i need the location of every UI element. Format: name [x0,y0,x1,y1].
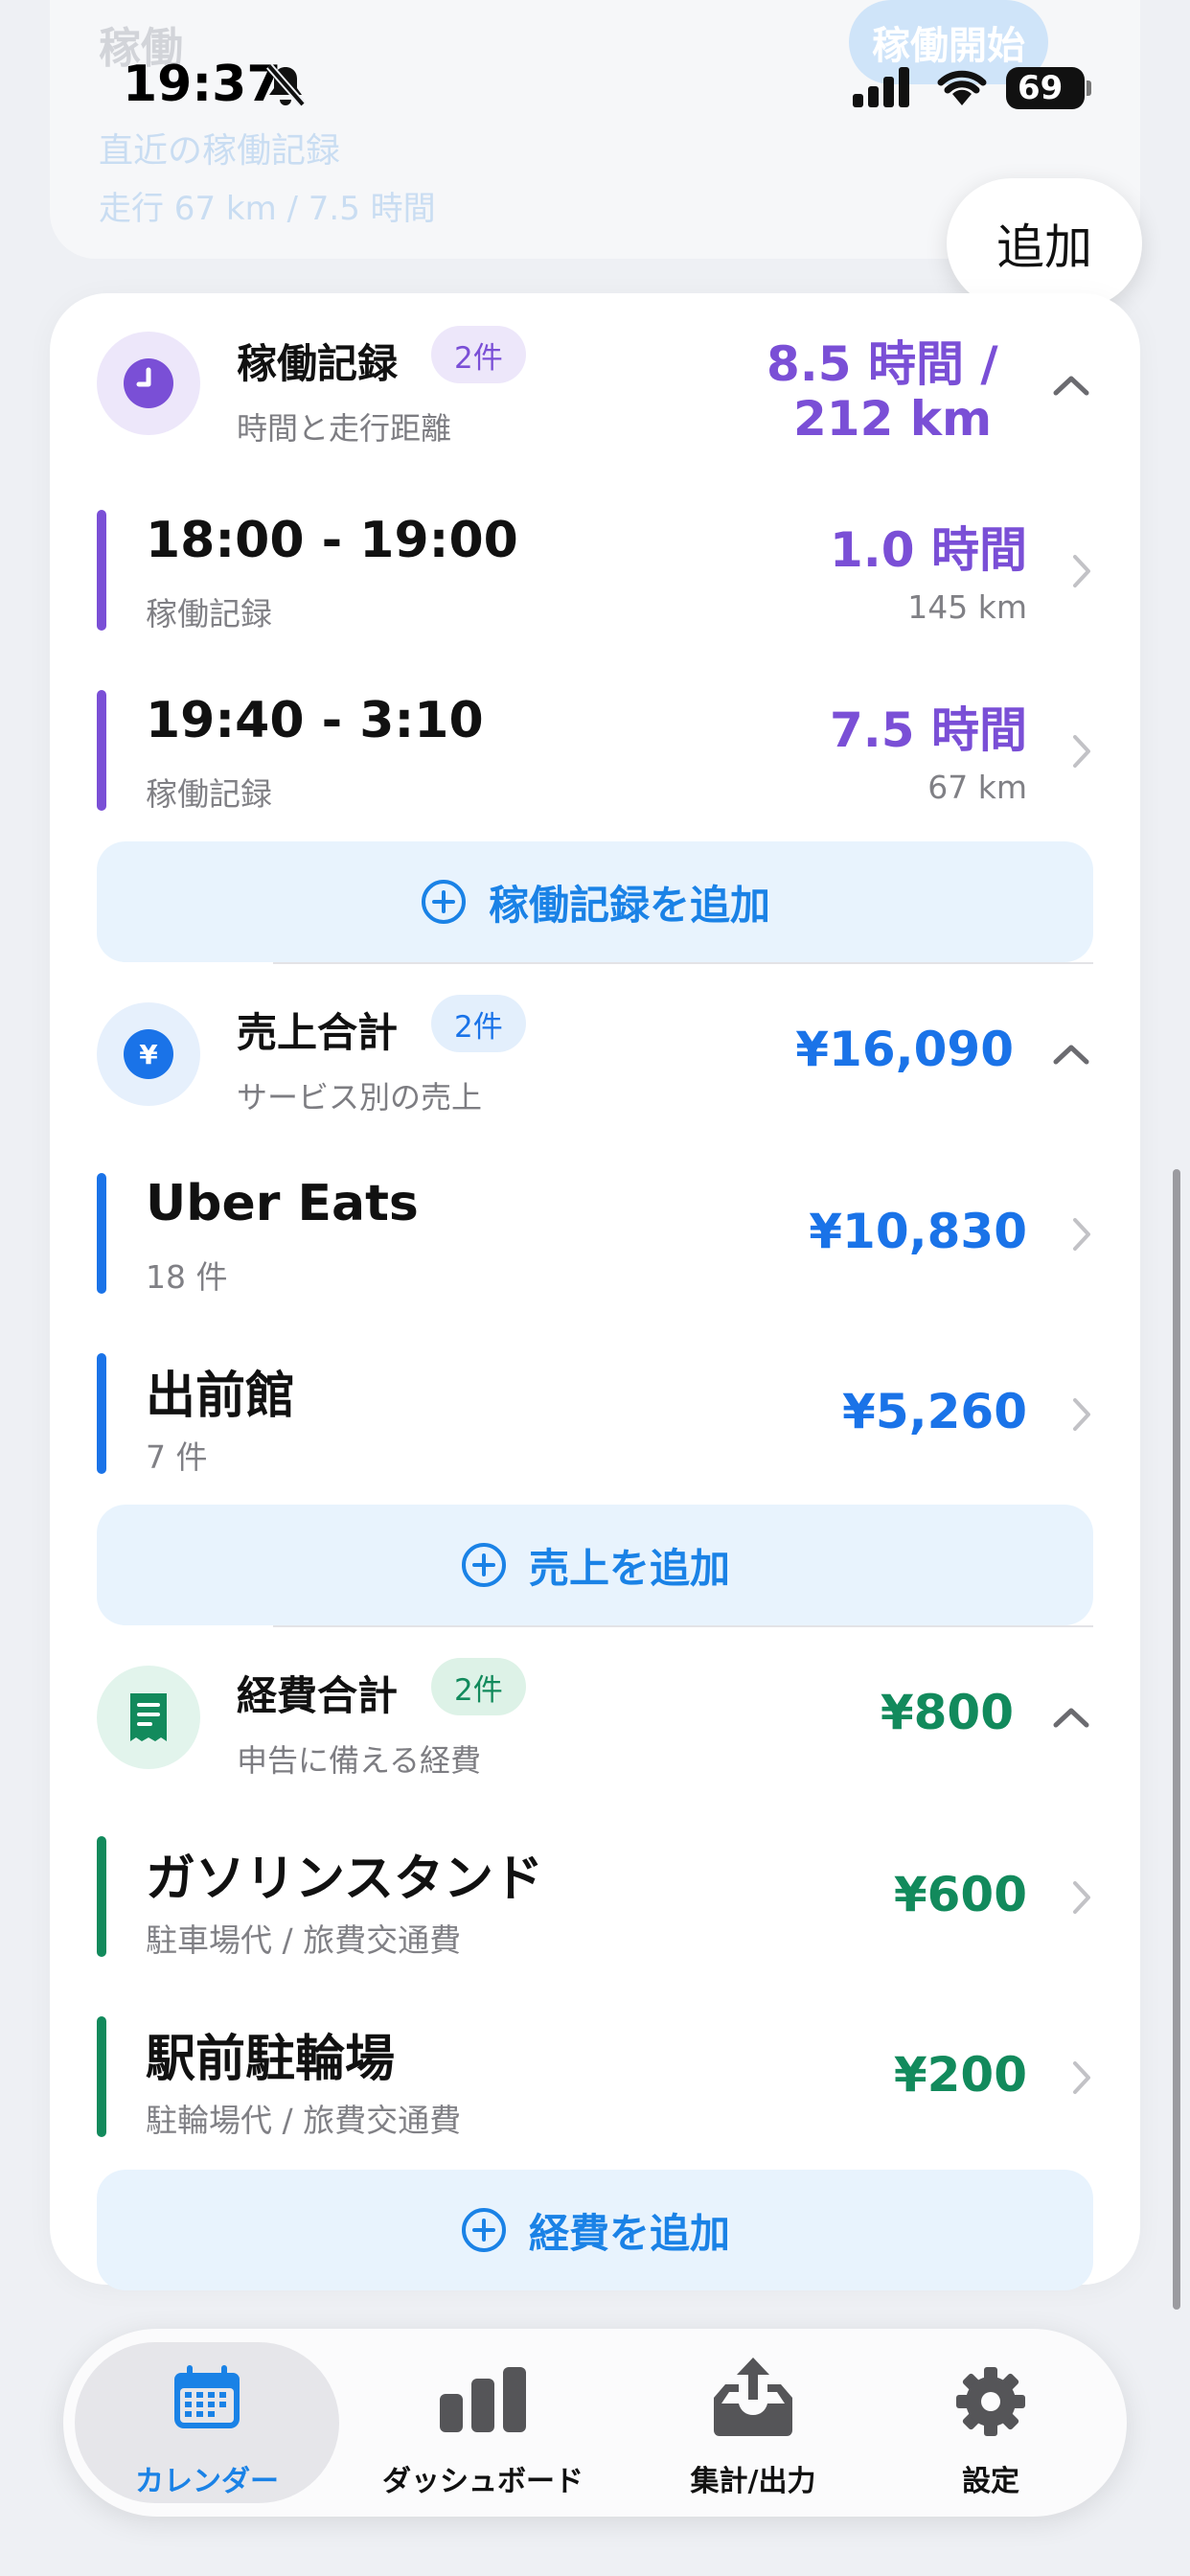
recent-work-value: 走行 67 km / 7.5 時間 [99,190,436,228]
work-collapse-chevron-up-icon[interactable] [1052,374,1090,397]
sales-section-icon-bg: ¥ [97,1002,200,1106]
status-time: 19:37 [123,56,282,113]
tab-calendar-label: カレンダー [135,2465,279,2498]
expense-row-category: 駐車場代 / 旅費交通費 [146,1921,462,1959]
cellular-signal-icon [853,67,909,107]
add-sales-button[interactable]: 売上を追加 [97,1505,1093,1625]
work-count-badge: 2件 [431,326,526,383]
chevron-right-icon [1073,1218,1090,1251]
scrollbar[interactable] [1173,1169,1180,2310]
battery-indicator: 69 [1006,67,1085,109]
sales-row-amount: ¥10,830 [809,1204,1027,1259]
sales-row-count: 7 件 [146,1438,208,1476]
chevron-right-icon [1073,1398,1090,1431]
battery-level: 69 [1018,69,1064,107]
work-section-subtitle: 時間と走行距離 [237,410,452,447]
sales-section-title: 売上合計 [237,1009,399,1056]
chevron-right-icon [1073,735,1090,768]
sales-row-accent-bar [97,1173,106,1294]
recent-work-label: 直近の稼働記録 [99,131,341,171]
expense-row-amount: ¥200 [893,2047,1027,2103]
work-section-title: 稼働記録 [237,340,399,387]
expense-count-badge: 2件 [431,1658,526,1715]
expense-total: ¥800 [880,1685,1014,1740]
tab-calendar[interactable]: カレンダー [92,2354,322,2498]
expense-section-title: 経費合計 [237,1672,399,1719]
work-total-hours: 8.5 時間 / [767,336,998,392]
sales-count-badge: 2件 [431,995,526,1052]
add-work-record-button[interactable]: 稼働記録を追加 [97,841,1093,962]
chevron-right-icon [1073,555,1090,587]
sales-row-amount: ¥5,260 [842,1384,1027,1439]
expense-row-category: 駐輪場代 / 旅費交通費 [146,2102,462,2139]
tab-summary-export-label: 集計/出力 [690,2465,816,2498]
work-row-time: 18:00 - 19:00 [146,512,518,569]
sales-section-subtitle: サービス別の売上 [237,1079,483,1116]
work-row-distance: 145 km [907,588,1027,626]
work-row-time: 19:40 - 3:10 [146,692,484,749]
chevron-right-icon [1073,1881,1090,1914]
add-work-record-label: 稼働記録を追加 [488,881,770,929]
tab-settings[interactable]: 設定 [876,2354,1106,2498]
tab-summary-export[interactable]: 集計/出力 [638,2354,868,2498]
expense-row-name: ガソリンスタンド [146,1851,543,1908]
sales-row-service: 出前館 [146,1368,296,1425]
sales-row-service: Uber Eats [146,1175,419,1232]
work-row-distance: 67 km [927,769,1027,806]
bar-chart-icon [440,2367,526,2432]
sales-total: ¥16,090 [795,1022,1014,1077]
add-expense-label: 経費を追加 [528,2209,730,2257]
clock-icon [124,358,173,408]
work-row-label: 稼働記録 [146,595,272,632]
plus-circle-icon [461,2208,506,2252]
section-divider [273,962,1093,964]
expense-row-name: 駅前駐輪場 [146,2031,396,2088]
bell-muted-icon [265,63,307,107]
expense-section-subtitle: 申告に備える経費 [237,1742,482,1779]
expense-section-icon-bg [97,1666,200,1769]
expense-row-accent-bar [97,2016,106,2137]
chevron-right-icon [1073,2061,1090,2094]
sales-row-count: 18 件 [146,1258,228,1296]
receipt-icon [130,1693,167,1741]
yen-coin-icon: ¥ [124,1029,173,1079]
expense-collapse-chevron-up-icon[interactable] [1052,1706,1090,1729]
expense-row-amount: ¥600 [893,1867,1027,1922]
work-row-accent-bar [97,690,106,811]
sales-collapse-chevron-up-icon[interactable] [1052,1043,1090,1066]
expense-row-accent-bar [97,1836,106,1957]
tab-dashboard[interactable]: ダッシュボード [368,2354,598,2498]
tab-dashboard-label: ダッシュボード [382,2465,584,2498]
work-row-accent-bar [97,510,106,631]
battery-cap [1087,80,1091,96]
add-button[interactable]: 追加 [947,178,1142,309]
svg-text:¥: ¥ [139,1039,158,1070]
work-row-hours: 1.0 時間 [830,522,1027,578]
gear-icon [956,2367,1025,2436]
work-row-label: 稼働記録 [146,775,272,813]
section-divider [273,1625,1093,1627]
wifi-icon [937,70,987,105]
work-section-icon-bg [97,332,200,435]
plus-circle-icon [461,1543,506,1587]
tab-settings-label: 設定 [962,2465,1019,2498]
work-row-hours: 7.5 時間 [830,702,1027,758]
plus-circle-icon [421,880,466,924]
calendar-icon [174,2365,240,2428]
sales-row-accent-bar [97,1353,106,1474]
add-expense-button[interactable]: 経費を追加 [97,2170,1093,2290]
work-total-distance: 212 km [793,391,993,447]
add-sales-label: 売上を追加 [528,1544,730,1592]
export-tray-icon [714,2358,792,2436]
